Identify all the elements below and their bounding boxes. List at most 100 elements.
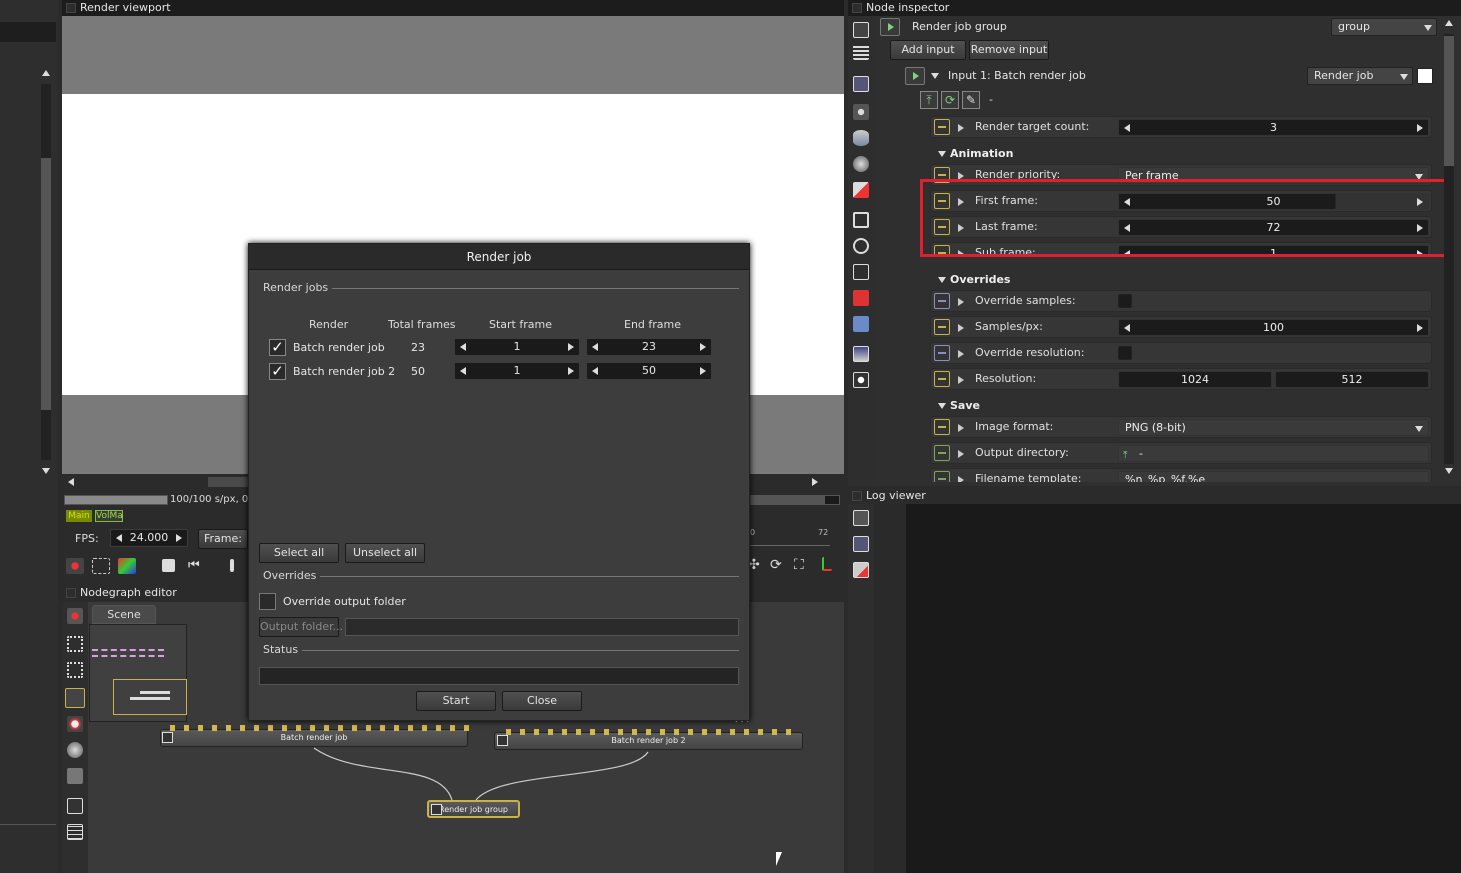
stack-icon[interactable] bbox=[853, 22, 869, 38]
input-type-dropdown[interactable]: Render job bbox=[1307, 67, 1413, 85]
remove-input-button[interactable]: Remove input bbox=[969, 40, 1049, 60]
stop-icon[interactable] bbox=[162, 559, 175, 572]
tag-main[interactable]: Main bbox=[66, 510, 92, 522]
list-icon[interactable] bbox=[853, 44, 869, 60]
region-select-icon[interactable] bbox=[92, 558, 110, 574]
expand-icon[interactable] bbox=[958, 350, 964, 358]
expand-icon[interactable] bbox=[958, 450, 964, 458]
output-directory-field[interactable]: ⤒ - bbox=[1118, 445, 1429, 462]
increment-icon[interactable] bbox=[176, 534, 182, 542]
collapse-save-icon[interactable] bbox=[938, 403, 946, 409]
expand-icon[interactable] bbox=[931, 73, 939, 79]
collapse-overrides-icon[interactable] bbox=[938, 277, 946, 283]
image-icon[interactable] bbox=[853, 76, 869, 92]
decrement-icon[interactable] bbox=[1124, 124, 1130, 132]
job-start-spinner[interactable]: 1 bbox=[454, 338, 580, 356]
grid-layout-2-icon[interactable] bbox=[67, 662, 83, 678]
scroll-right-icon[interactable] bbox=[812, 478, 818, 486]
picture-icon[interactable] bbox=[853, 346, 869, 362]
render-target-spinner[interactable]: 3 bbox=[1118, 119, 1429, 136]
output-folder-button[interactable]: Output folder... bbox=[259, 617, 343, 637]
fullscreen-icon[interactable]: ⛶ bbox=[794, 558, 812, 574]
left-strip-tab[interactable] bbox=[0, 22, 56, 42]
expand-icon[interactable] bbox=[958, 124, 964, 132]
folder-pin-icon[interactable]: ⤒ bbox=[1123, 448, 1127, 463]
move-icon[interactable]: ✣ bbox=[748, 558, 766, 574]
filename-template-field[interactable]: %n_%p_%f.%e bbox=[1118, 471, 1429, 482]
select-all-button[interactable]: Select all bbox=[259, 543, 339, 563]
node-play-icon[interactable] bbox=[162, 732, 173, 743]
log-content[interactable] bbox=[906, 504, 1461, 873]
increment-icon[interactable] bbox=[1417, 324, 1423, 332]
material-icon[interactable] bbox=[67, 716, 83, 732]
pin-icon[interactable] bbox=[934, 345, 950, 361]
decrement-icon[interactable] bbox=[460, 343, 466, 351]
override-samples-checkbox[interactable] bbox=[1118, 294, 1132, 308]
job-end-spinner[interactable]: 50 bbox=[586, 362, 712, 380]
node-type-dropdown[interactable]: group bbox=[1331, 18, 1437, 36]
resolution-height[interactable]: 512 bbox=[1275, 371, 1429, 388]
node-select-icon[interactable] bbox=[65, 688, 85, 708]
timeline-track[interactable] bbox=[750, 538, 830, 546]
transform-icon[interactable] bbox=[853, 264, 869, 280]
pin-icon[interactable] bbox=[934, 319, 950, 335]
scroll-down-icon[interactable] bbox=[42, 468, 50, 474]
job-end-spinner[interactable]: 23 bbox=[586, 338, 712, 356]
panel-checkbox[interactable] bbox=[852, 491, 862, 501]
light-icon[interactable] bbox=[853, 372, 869, 388]
node-play-icon[interactable] bbox=[497, 735, 508, 746]
expand-icon[interactable] bbox=[958, 424, 964, 432]
expand-icon[interactable] bbox=[958, 298, 964, 306]
pin-icon[interactable] bbox=[934, 293, 950, 309]
panel-checkbox[interactable] bbox=[66, 3, 76, 13]
pin-icon[interactable] bbox=[934, 371, 950, 387]
increment-icon[interactable] bbox=[700, 343, 706, 351]
sphere-icon[interactable] bbox=[853, 156, 869, 172]
scroll-up-icon[interactable] bbox=[42, 70, 50, 76]
pin-icon[interactable] bbox=[934, 119, 950, 135]
resolution-width[interactable]: 1024 bbox=[1118, 371, 1272, 388]
input-play-icon[interactable] bbox=[905, 67, 925, 85]
pin-icon[interactable] bbox=[934, 445, 950, 461]
decrement-icon[interactable] bbox=[592, 367, 598, 375]
node-input-pins[interactable] bbox=[170, 725, 470, 731]
nodegraph-minimap[interactable] bbox=[89, 624, 187, 722]
unselect-all-button[interactable]: Unselect all bbox=[345, 543, 425, 563]
decrement-icon[interactable] bbox=[1124, 324, 1130, 332]
rewind-icon[interactable]: ⏮ bbox=[188, 559, 206, 575]
viewport-vscroll[interactable] bbox=[38, 66, 56, 478]
scroll-thumb[interactable] bbox=[1444, 36, 1454, 166]
scroll-thumb[interactable] bbox=[41, 158, 51, 410]
camera-icon[interactable] bbox=[853, 104, 869, 120]
collapse-animation-icon[interactable] bbox=[938, 151, 946, 157]
override-output-checkbox[interactable] bbox=[259, 593, 276, 610]
color-cube-icon[interactable] bbox=[118, 558, 136, 574]
copy-icon[interactable] bbox=[853, 536, 869, 552]
pause-icon[interactable] bbox=[230, 559, 234, 572]
node-input-pins-2[interactable] bbox=[506, 729, 796, 735]
add-input-button[interactable]: Add input bbox=[890, 40, 966, 60]
cube-icon[interactable] bbox=[853, 290, 869, 306]
close-button[interactable]: Close bbox=[502, 691, 582, 711]
decrement-icon[interactable] bbox=[592, 343, 598, 351]
fps-spinner[interactable]: 24.000 bbox=[110, 529, 188, 547]
node-batch-render-job[interactable]: Batch render job bbox=[160, 729, 468, 747]
table-icon[interactable] bbox=[67, 824, 83, 840]
save-icon[interactable] bbox=[853, 510, 869, 526]
database-icon[interactable] bbox=[853, 130, 869, 146]
start-button[interactable]: Start bbox=[416, 691, 496, 711]
job-checkbox[interactable]: ✓ bbox=[269, 339, 286, 356]
tag-volma[interactable]: VolMa bbox=[95, 510, 123, 522]
shape-icon[interactable] bbox=[853, 182, 869, 198]
node-play-icon[interactable] bbox=[431, 804, 442, 815]
increment-icon[interactable] bbox=[568, 343, 574, 351]
sphere-icon[interactable] bbox=[67, 742, 83, 758]
increment-icon[interactable] bbox=[1417, 124, 1423, 132]
grid-layout-icon[interactable] bbox=[67, 636, 83, 652]
job-checkbox[interactable]: ✓ bbox=[269, 363, 286, 380]
render-settings-icon[interactable] bbox=[66, 558, 84, 574]
image-format-dropdown[interactable]: PNG (8-bit) bbox=[1118, 419, 1429, 436]
expand-icon[interactable] bbox=[958, 476, 964, 482]
expand-icon[interactable] bbox=[958, 376, 964, 384]
camera-icon[interactable] bbox=[67, 798, 83, 814]
